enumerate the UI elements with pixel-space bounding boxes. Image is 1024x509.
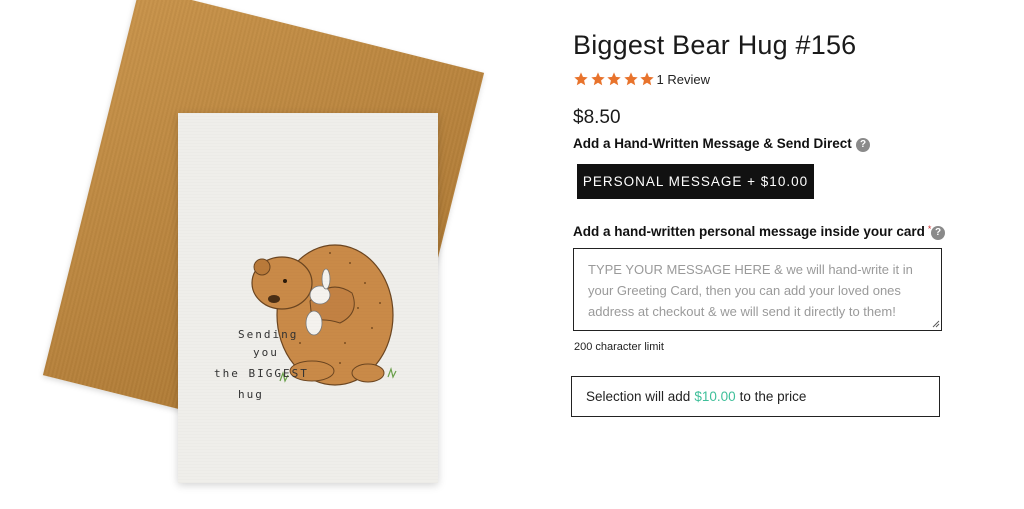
star-icon (590, 72, 605, 86)
resize-handle-icon[interactable] (932, 320, 940, 328)
star-icon (574, 72, 588, 86)
message-label-text: Add a hand-written personal message insi… (573, 224, 925, 239)
star-icon (623, 72, 638, 86)
selection-suffix: to the price (739, 389, 807, 404)
help-icon[interactable]: ? (856, 138, 870, 152)
product-rating[interactable]: 1 Review (573, 71, 710, 87)
character-limit-note: 200 character limit (574, 341, 664, 353)
personal-message-input[interactable] (573, 248, 942, 331)
addon-label: Add a Hand-Written Message & Send Direct (573, 136, 852, 151)
product-price: $8.50 (573, 107, 621, 128)
product-title: Biggest Bear Hug #156 (573, 30, 857, 60)
bear-hug-illustration (251, 244, 397, 386)
selection-prefix: Selection will add (586, 389, 691, 404)
selection-amount: $10.00 (694, 389, 736, 404)
reviews-link[interactable]: 1 Review (657, 72, 710, 87)
greeting-card: Sending you the BIGGEST hug (178, 113, 438, 483)
card-text-line-4: hug (238, 388, 264, 401)
card-text-line-3: the BIGGEST (214, 367, 309, 380)
selection-price-summary: Selection will add $10.00 to the price (571, 376, 940, 417)
card-text-line-1: Sending (238, 328, 299, 341)
card-text-line-2: you (253, 346, 279, 359)
star-icon (640, 72, 654, 86)
star-icon (607, 72, 621, 86)
star-rating (573, 71, 656, 87)
product-image[interactable]: Sending you the BIGGEST hug (42, 0, 485, 500)
help-icon[interactable]: ? (931, 226, 945, 240)
personal-message-option-button[interactable]: PERSONAL MESSAGE + $10.00 (577, 164, 814, 199)
message-field-label: Add a hand-written personal message insi… (573, 224, 931, 239)
